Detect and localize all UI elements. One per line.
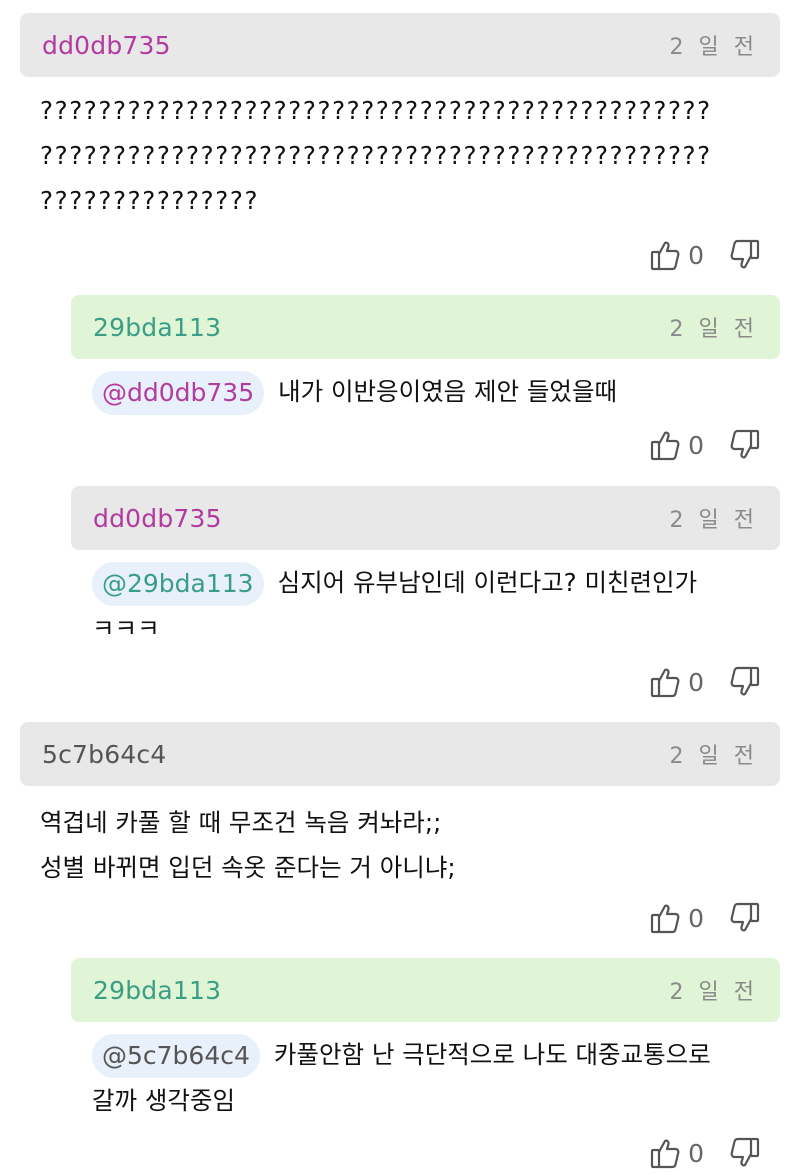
comment-time: 2 일 전 [669,35,758,60]
thumbs-up-icon[interactable] [650,429,680,461]
reply-header: 29bda113 2 일 전 [71,958,780,1022]
thumbs-down-icon[interactable] [730,1137,760,1169]
thumbs-up-icon[interactable] [650,239,680,271]
mention-chip[interactable]: @dd0db735 [92,371,265,415]
reply-line: 내가 이반응이였음 제안 들었을때 [278,377,618,406]
thumbs-up-icon[interactable] [650,666,680,698]
reply-header: 29bda113 2 일 전 [71,295,780,359]
reply-line: ㅋㅋㅋ [92,614,160,643]
vote-bar: 0 [650,1133,760,1173]
like-count: 0 [688,240,704,270]
reply-author[interactable]: 29bda113 [93,313,221,342]
reply-body: @5c7b64c4 카풀안함 난 극단적으로 나도 대중교통으로 갈까 생각중임 [92,1032,782,1123]
reply-time: 2 일 전 [669,980,758,1005]
like-count: 0 [688,430,704,460]
vote-bar: 0 [650,235,760,275]
reply-header: dd0db735 2 일 전 [71,486,780,550]
comment-header: 5c7b64c4 2 일 전 [20,722,780,786]
comment-line: ????????????????????????????????????????… [40,141,712,170]
thumbs-up-icon[interactable] [650,902,680,934]
reply-line: 갈까 생각중임 [92,1086,236,1115]
reply-body: @29bda113 심지어 유부남인데 이런다고? 미친련인가 ㅋㅋㅋ [92,560,782,651]
comment-author[interactable]: dd0db735 [42,31,171,60]
vote-bar: 0 [650,425,760,465]
thumbs-down-icon[interactable] [730,429,760,461]
thumbs-down-icon[interactable] [730,239,760,271]
vote-bar: 0 [650,662,760,702]
reply-line: 카풀안함 난 극단적으로 나도 대중교통으로 [273,1040,711,1069]
reply-author[interactable]: dd0db735 [93,504,222,533]
comment-line: 성별 바뀌면 입던 속옷 준다는 거 아니냐; [40,853,456,882]
comment-header: dd0db735 2 일 전 [20,13,780,77]
comment-line: 역겹네 카풀 할 때 무조건 녹음 켜놔라;; [40,808,442,837]
comment-line: ????????????????????????????????????????… [40,96,712,125]
reply-time: 2 일 전 [669,317,758,342]
reply-body: @dd0db735 내가 이반응이였음 제안 들었을때 [92,369,782,415]
comment-time: 2 일 전 [669,744,758,769]
comment-author[interactable]: 5c7b64c4 [42,740,167,769]
reply-author[interactable]: 29bda113 [93,976,221,1005]
like-count: 0 [688,667,704,697]
comment-line: ??????????????? [40,186,260,215]
like-count: 0 [688,903,704,933]
comment-body: 역겹네 카풀 할 때 무조건 녹음 켜놔라;; 성별 바뀌면 입던 속옷 준다는… [40,800,780,890]
thumbs-down-icon[interactable] [730,666,760,698]
thumbs-down-icon[interactable] [730,902,760,934]
reply-line: 심지어 유부남인데 이런다고? 미친련인가 [277,568,698,597]
thumbs-up-icon[interactable] [650,1137,680,1169]
like-count: 0 [688,1138,704,1168]
vote-bar: 0 [650,898,760,938]
reply-time: 2 일 전 [669,508,758,533]
mention-chip[interactable]: @5c7b64c4 [92,1034,260,1078]
mention-chip[interactable]: @29bda113 [92,562,264,606]
comment-body: ????????????????????????????????????????… [40,88,780,223]
